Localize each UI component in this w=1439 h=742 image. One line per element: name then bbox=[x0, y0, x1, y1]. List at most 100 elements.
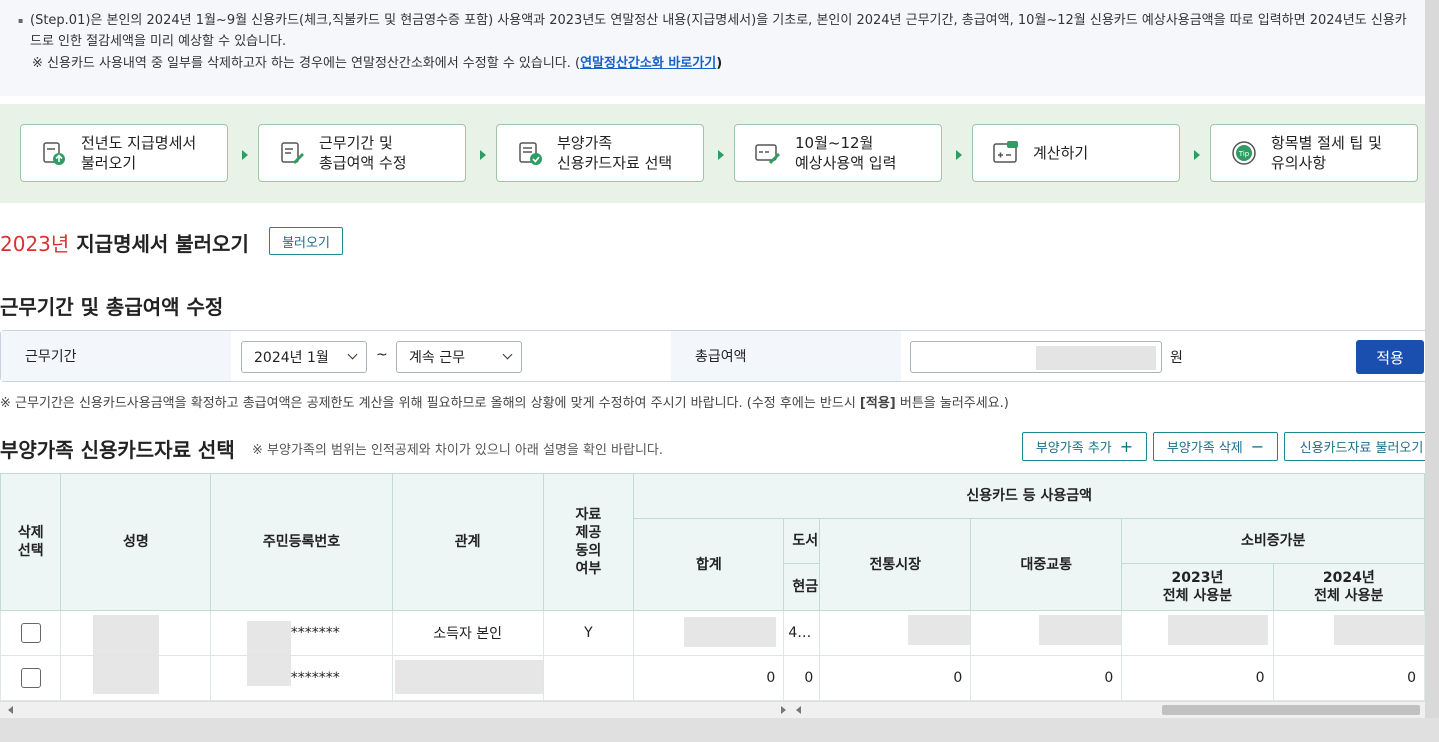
row-checkbox[interactable] bbox=[20, 623, 41, 643]
step-arrow-icon bbox=[242, 150, 248, 160]
load-card-data-button[interactable]: 신용카드자료 불러오기 bbox=[1284, 432, 1425, 461]
notice-text: (Step.01)은 본인의 2024년 1월~9월 신용카드(체크,직불카드 … bbox=[30, 13, 1407, 49]
section-title-text: 지급명세서 불러오기 bbox=[69, 232, 249, 256]
redaction-blur bbox=[93, 656, 160, 694]
transit-cell: 0 bbox=[970, 655, 1123, 701]
row-checkbox[interactable] bbox=[20, 668, 41, 688]
redaction-blur bbox=[1333, 615, 1424, 645]
step-3[interactable]: 부양가족 신용카드자료 선택 bbox=[496, 124, 704, 182]
redaction-blur bbox=[394, 660, 543, 694]
col-2024: 2024년 전체 사용분 bbox=[1272, 563, 1425, 611]
col-book: 도서 bbox=[783, 518, 821, 564]
step-arrow-icon bbox=[956, 150, 962, 160]
load-statement-button[interactable]: 불러오기 bbox=[269, 227, 343, 255]
chevron-down-icon bbox=[502, 349, 513, 360]
add-dependent-button[interactable]: 부양가족 추가 + bbox=[1022, 432, 1147, 461]
step-label: 계산하기 bbox=[1033, 144, 1089, 162]
book-cell: 4… bbox=[783, 610, 821, 656]
simplified-link[interactable]: 연말정산간소화 바로가기 bbox=[580, 56, 716, 71]
year-label: 2023년 bbox=[0, 232, 70, 256]
market-cell bbox=[819, 610, 972, 656]
col-relation: 관계 bbox=[391, 473, 544, 611]
period-label: 근무기간 bbox=[1, 331, 231, 381]
scroll-left-icon[interactable] bbox=[796, 706, 801, 714]
section-title-statement: 2023년 지급명세서 불러오기 bbox=[0, 228, 249, 257]
consent-cell bbox=[542, 655, 635, 701]
section-title-period: 근무기간 및 총급여액 수정 bbox=[0, 295, 224, 319]
consent-cell: Y bbox=[542, 610, 635, 656]
rrn-cell: 8 8-******* bbox=[210, 610, 393, 656]
redaction-blur bbox=[93, 615, 160, 655]
card-edit-icon bbox=[755, 144, 780, 164]
total-cell: 5 bbox=[633, 610, 785, 656]
delete-cell bbox=[0, 610, 62, 656]
col-2023: 2023년 전체 사용분 bbox=[1121, 563, 1274, 611]
redaction-blur bbox=[247, 656, 292, 686]
scroll-right-icon[interactable] bbox=[781, 706, 786, 714]
step-5[interactable]: 계산하기 bbox=[972, 124, 1180, 182]
col-rrn: 주민등록번호 bbox=[210, 473, 393, 611]
total-cell: 0 bbox=[633, 655, 785, 701]
period-from-select[interactable]: 2024년 1월 bbox=[241, 341, 367, 373]
step-arrow-icon bbox=[1194, 150, 1200, 160]
delete-dependent-label: 부양가족 삭제 bbox=[1166, 441, 1243, 456]
rrn-cell: 2 7-******* bbox=[210, 655, 393, 701]
name-cell bbox=[60, 610, 212, 656]
horizontal-scrollbar[interactable] bbox=[0, 701, 1425, 719]
svg-text:Tip: Tip bbox=[1238, 150, 1250, 158]
col-market: 전통시장 bbox=[819, 518, 972, 611]
bottom-gutter bbox=[0, 718, 1439, 742]
step-arrow-icon bbox=[480, 150, 486, 160]
redaction-blur bbox=[1168, 615, 1269, 645]
plus-icon: + bbox=[1119, 437, 1134, 456]
section-title-dependents: 부양가족 신용카드자료 선택 bbox=[0, 438, 235, 462]
redaction-blur bbox=[1039, 615, 1121, 645]
step-label: 부양가족 신용카드자료 선택 bbox=[557, 134, 673, 172]
salary-unit: 원 bbox=[1170, 350, 1183, 366]
book-cell: 0 bbox=[783, 655, 821, 701]
notice-line2-suffix: ) bbox=[716, 56, 723, 71]
step-2[interactable]: 근무기간 및 총급여액 수정 bbox=[258, 124, 466, 182]
bullet-icon: ▪ bbox=[18, 16, 24, 25]
right-gutter bbox=[1425, 0, 1439, 742]
relation-cell: 소득자 본인 bbox=[391, 610, 544, 656]
salary-label: 총급여액 bbox=[671, 331, 901, 381]
col-group-amount: 신용카드 등 사용금액 bbox=[633, 473, 1425, 519]
dependents-table: 삭제 선택 성명 주민등록번호 관계 자료 제공 동의 여부 신용카드 등 사용… bbox=[0, 473, 1425, 701]
col-name: 성명 bbox=[60, 473, 212, 611]
notice-line1: ▪ (Step.01)은 본인의 2024년 1월~9월 신용카드(체크,직불카… bbox=[18, 10, 1408, 52]
redaction-blur bbox=[247, 621, 292, 655]
step-label: 항목별 절세 팁 및 유의사항 bbox=[1271, 134, 1382, 172]
scroll-left-icon[interactable] bbox=[8, 706, 13, 714]
step-6[interactable]: Tip 항목별 절세 팁 및 유의사항 bbox=[1210, 124, 1418, 182]
calculator-icon bbox=[993, 141, 1018, 163]
market-cell: 0 bbox=[819, 655, 972, 701]
delete-cell bbox=[0, 655, 62, 701]
notice-box: ▪ (Step.01)은 본인의 2024년 1월~9월 신용카드(체크,직불카… bbox=[0, 0, 1425, 96]
period-to-select[interactable]: 계속 근무 bbox=[396, 341, 522, 373]
table-row: 8 8-******* 소득자 본인 Y 5 4… bbox=[0, 610, 1425, 656]
note-suffix: 버튼을 눌러주세요.) bbox=[895, 396, 1009, 411]
note-bold: [적용] bbox=[859, 396, 896, 411]
step-4[interactable]: 10월~12월 예상사용액 입력 bbox=[734, 124, 942, 182]
step-1[interactable]: 전년도 지급명세서 불러오기 bbox=[20, 124, 228, 182]
tip-icon: Tip bbox=[1232, 141, 1256, 165]
redaction-blur bbox=[1036, 346, 1156, 370]
delete-dependent-button[interactable]: 부양가족 삭제 − bbox=[1153, 432, 1278, 461]
minus-icon: − bbox=[1250, 437, 1265, 456]
document-edit-icon bbox=[281, 142, 304, 164]
step-label: 근무기간 및 총급여액 수정 bbox=[319, 134, 407, 172]
scroll-thumb[interactable] bbox=[1162, 705, 1420, 715]
document-upload-icon bbox=[43, 142, 65, 165]
period-row: 근무기간 2024년 1월 ~ 계속 근무 총급여액 30,701,070 원 … bbox=[0, 330, 1425, 382]
apply-button[interactable]: 적용 bbox=[1356, 340, 1424, 374]
redaction-blur bbox=[908, 615, 970, 645]
step-arrow-icon bbox=[718, 150, 724, 160]
y2023-cell: 0 bbox=[1121, 655, 1274, 701]
step-label: 전년도 지급명세서 불러오기 bbox=[81, 134, 197, 172]
y2024-cell: 0 bbox=[1272, 655, 1425, 701]
y2023-cell bbox=[1121, 610, 1274, 656]
col-cash: 현금 bbox=[783, 563, 821, 611]
name-cell bbox=[60, 655, 212, 701]
period-from-value: 2024년 1월 bbox=[254, 350, 329, 366]
